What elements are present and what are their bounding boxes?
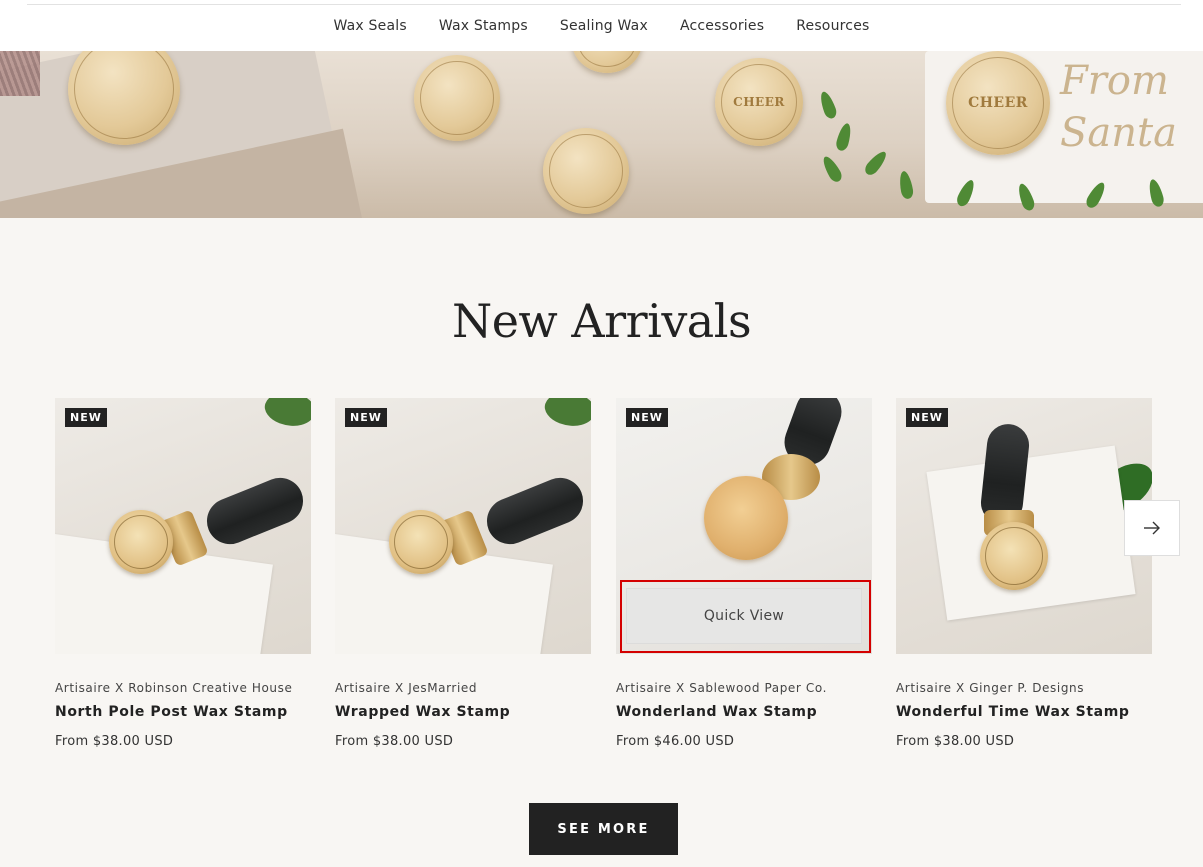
nav-item-resources[interactable]: Resources bbox=[780, 18, 885, 34]
product-brand: Artisaire X Ginger P. Designs bbox=[896, 681, 1085, 695]
product-brand: Artisaire X Sablewood Paper Co. bbox=[616, 681, 827, 695]
see-more-button[interactable]: SEE MORE bbox=[529, 803, 678, 855]
product-brand: Artisaire X JesMarried bbox=[335, 681, 478, 695]
product-price: From $38.00 USD bbox=[896, 734, 1015, 749]
new-badge: NEW bbox=[626, 408, 668, 427]
product-name[interactable]: Wonderland Wax Stamp bbox=[616, 704, 817, 720]
product-card[interactable]: NEW Artisaire X JesMarried Wrapped Wax S… bbox=[335, 398, 591, 758]
product-name[interactable]: Wonderful Time Wax Stamp bbox=[896, 704, 1130, 720]
product-name[interactable]: North Pole Post Wax Stamp bbox=[55, 704, 288, 720]
product-card[interactable]: NEW Artisaire X Ginger P. Designs Wonder… bbox=[896, 398, 1152, 758]
nav-item-sealing-wax[interactable]: Sealing Wax bbox=[544, 18, 664, 34]
new-badge: NEW bbox=[345, 408, 387, 427]
product-name[interactable]: Wrapped Wax Stamp bbox=[335, 704, 510, 720]
new-badge: NEW bbox=[65, 408, 107, 427]
hero-stamp-birds bbox=[414, 55, 500, 141]
nav-item-wax-stamps[interactable]: Wax Stamps bbox=[423, 18, 544, 34]
nav-divider bbox=[27, 4, 1181, 5]
hero-tassel bbox=[0, 51, 40, 96]
hero-fern-leaf bbox=[862, 148, 890, 178]
hero-fern-leaf bbox=[819, 153, 845, 185]
hero-banner: CHEER CHEER From Santa bbox=[0, 51, 1203, 218]
product-price: From $38.00 USD bbox=[335, 734, 454, 749]
hero-stamp-cheer-text: CHEER bbox=[733, 95, 785, 109]
nav-list: Wax Seals Wax Stamps Sealing Wax Accesso… bbox=[0, 18, 1203, 34]
hero-stamp-ornament bbox=[543, 128, 629, 214]
hero-script-text: From Santa bbox=[1060, 58, 1177, 156]
product-image[interactable]: NEW bbox=[335, 398, 591, 654]
hero-seal-cheer: CHEER bbox=[946, 51, 1050, 155]
product-price: From $38.00 USD bbox=[55, 734, 174, 749]
hero-stamp-cheer: CHEER bbox=[715, 58, 803, 146]
hero-seal-cheer-text: CHEER bbox=[968, 95, 1028, 111]
main-nav: Wax Seals Wax Stamps Sealing Wax Accesso… bbox=[0, 0, 1203, 51]
new-badge: NEW bbox=[906, 408, 948, 427]
product-image[interactable]: NEW bbox=[55, 398, 311, 654]
quick-view-button[interactable]: Quick View bbox=[626, 588, 862, 644]
nav-item-accessories[interactable]: Accessories bbox=[664, 18, 780, 34]
hero-fern-leaf bbox=[897, 170, 915, 200]
product-price: From $46.00 USD bbox=[616, 734, 735, 749]
product-brand: Artisaire X Robinson Creative House bbox=[55, 681, 293, 695]
product-card[interactable]: NEW Artisaire X Robinson Creative House … bbox=[55, 398, 311, 758]
arrow-right-icon bbox=[1144, 521, 1160, 535]
product-card[interactable]: NEW Artisaire X Sablewood Paper Co. Wond… bbox=[616, 398, 872, 758]
carousel-next-button[interactable] bbox=[1124, 500, 1180, 556]
product-image[interactable]: NEW bbox=[896, 398, 1152, 654]
section-title: New Arrivals bbox=[451, 294, 752, 348]
hero-fern-leaf bbox=[817, 89, 839, 121]
nav-item-wax-seals[interactable]: Wax Seals bbox=[317, 18, 422, 34]
hero-fern-leaf bbox=[834, 121, 854, 153]
hero-stamp-text bbox=[572, 51, 642, 73]
